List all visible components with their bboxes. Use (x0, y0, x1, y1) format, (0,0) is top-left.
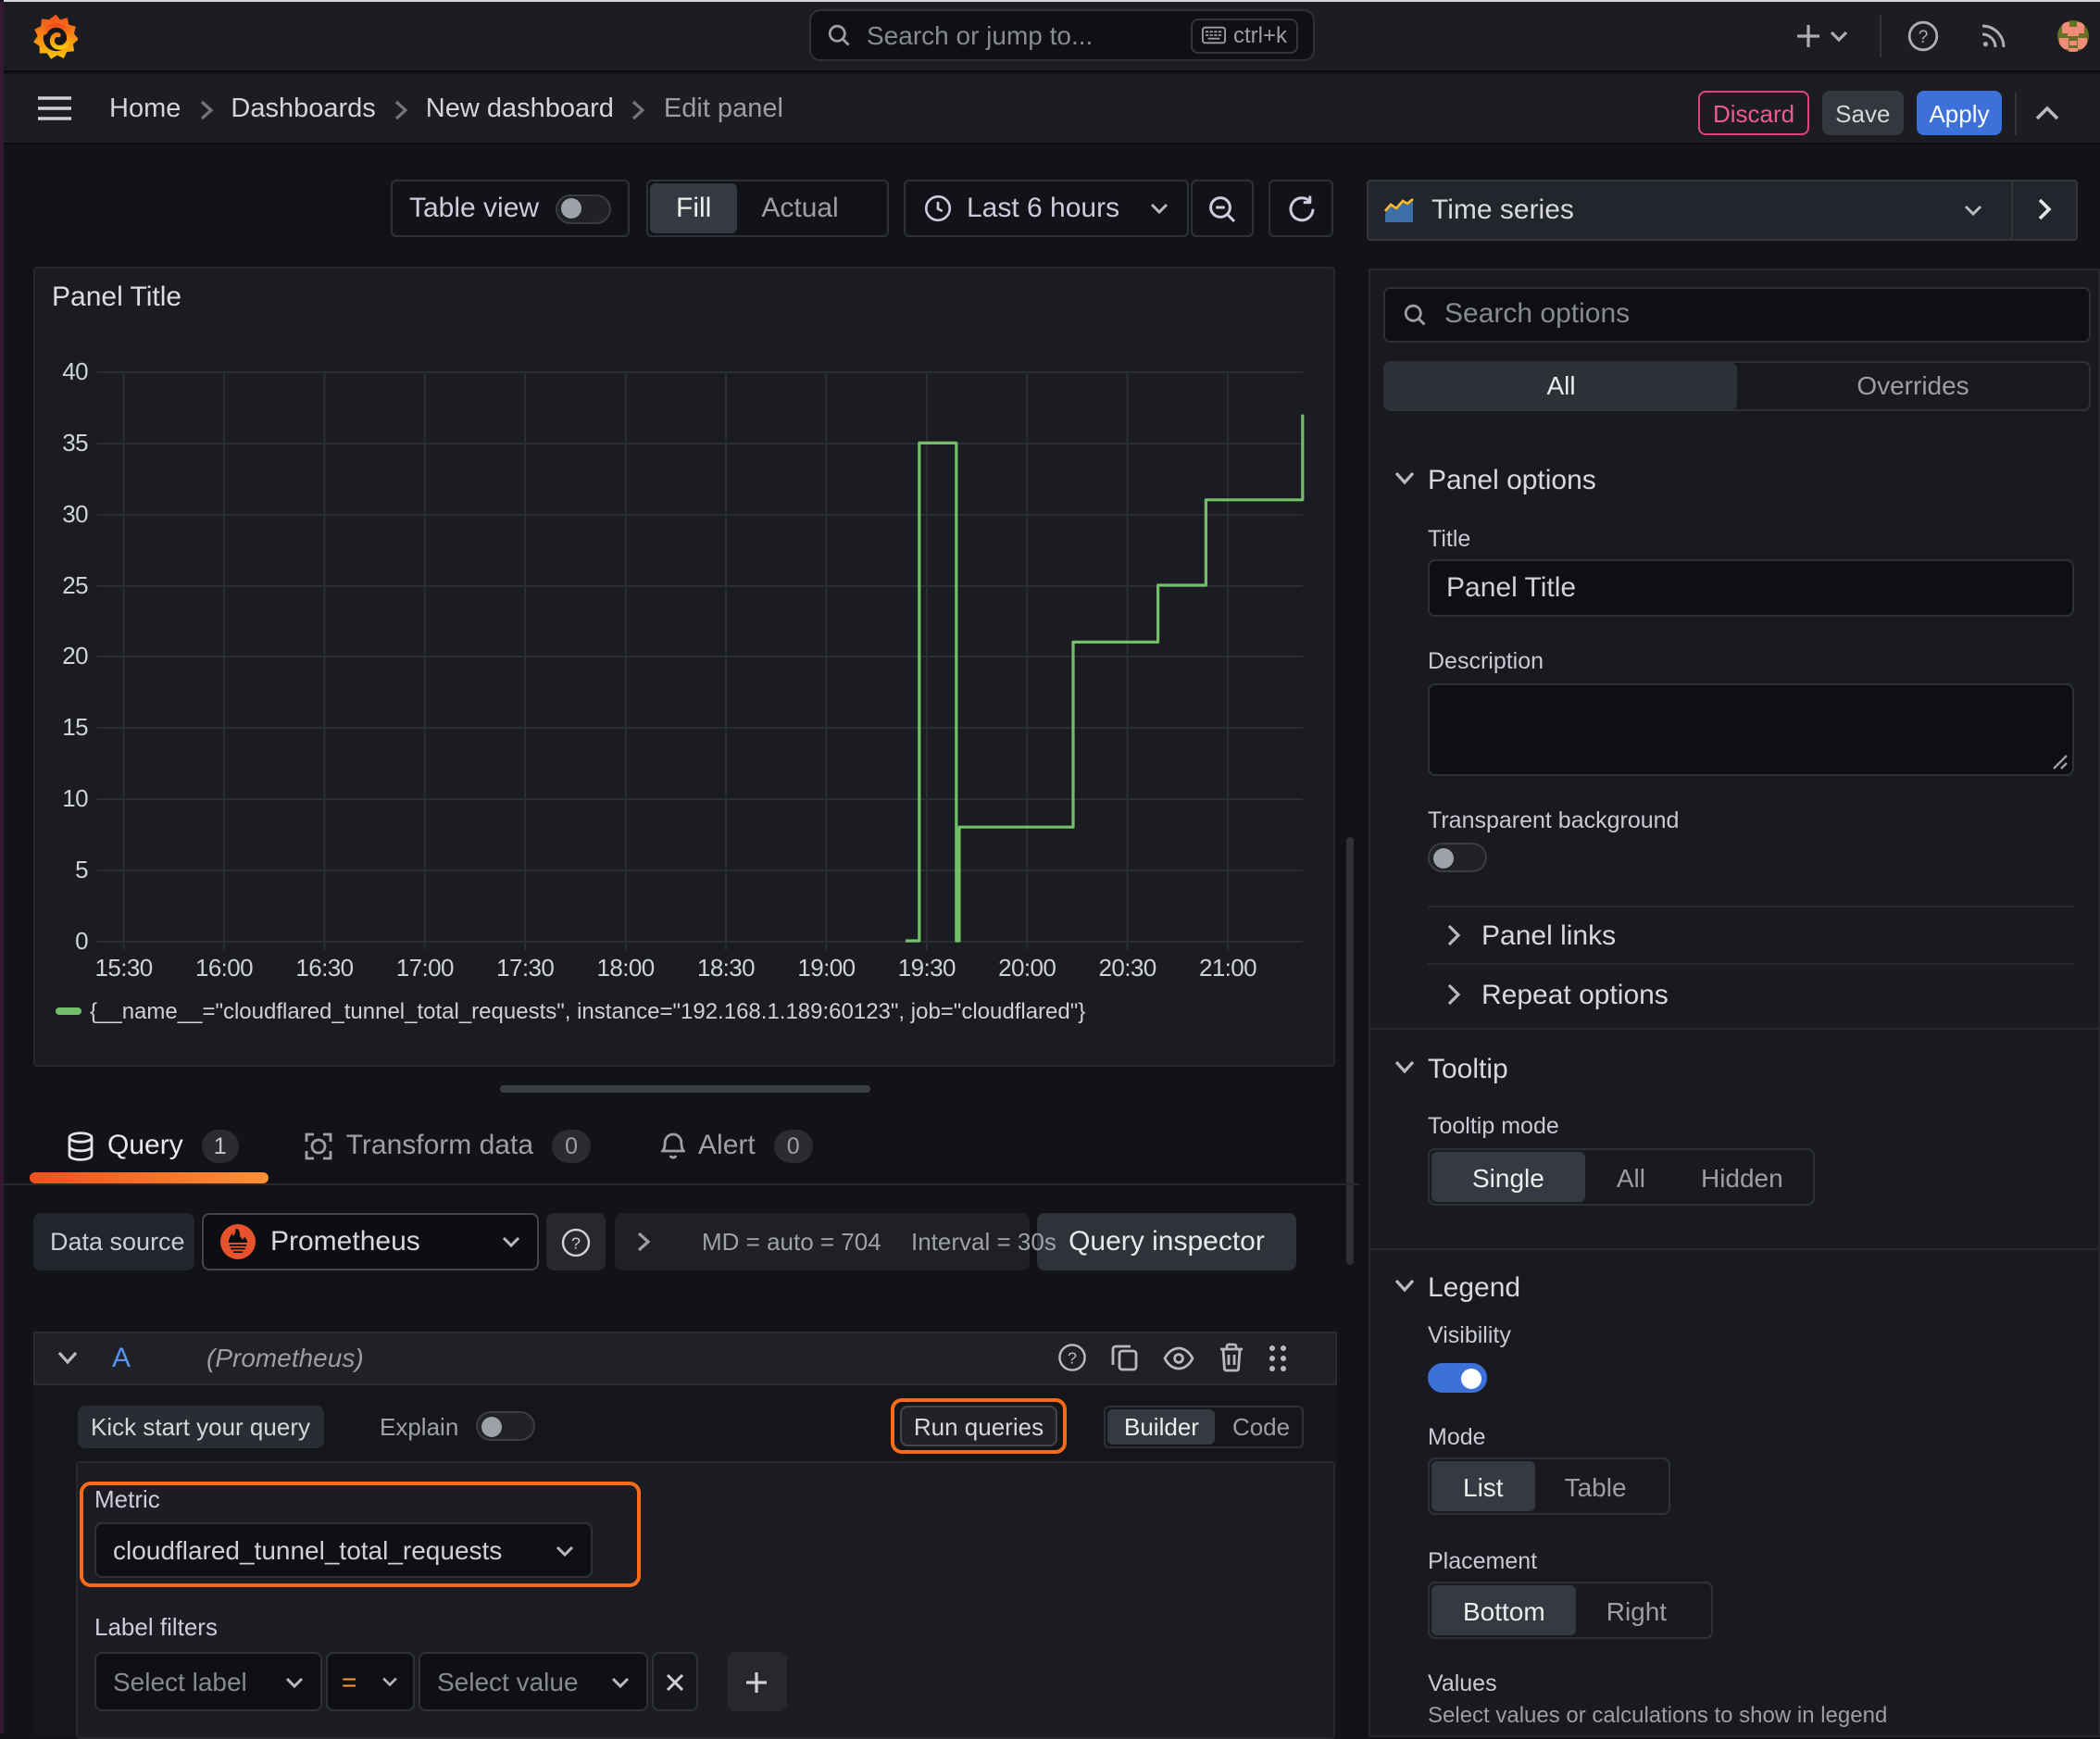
svg-text:?: ? (1067, 1349, 1076, 1368)
svg-text:20:30: 20:30 (1099, 954, 1156, 982)
svg-text:15:30: 15:30 (95, 954, 153, 982)
svg-text:0: 0 (75, 927, 88, 955)
svg-text:25: 25 (62, 571, 88, 599)
svg-text:{__name__="cloudflared_tunnel_: {__name__="cloudflared_tunnel_total_requ… (90, 999, 1085, 1024)
svg-text:19:30: 19:30 (898, 954, 956, 982)
svg-text:18:30: 18:30 (697, 954, 755, 982)
svg-text:10: 10 (62, 784, 88, 812)
svg-text:20:00: 20:00 (998, 954, 1056, 982)
svg-text:15: 15 (62, 713, 88, 741)
svg-text:16:00: 16:00 (195, 954, 253, 982)
svg-text:35: 35 (62, 429, 88, 457)
svg-text:17:30: 17:30 (496, 954, 554, 982)
svg-text:?: ? (571, 1233, 581, 1252)
svg-text:19:00: 19:00 (797, 954, 855, 982)
svg-text:21:00: 21:00 (1199, 954, 1256, 982)
svg-text:17:00: 17:00 (396, 954, 454, 982)
svg-text:18:00: 18:00 (597, 954, 655, 982)
svg-text:5: 5 (75, 856, 88, 883)
svg-text:30: 30 (62, 500, 88, 528)
svg-text:Panel Title: Panel Title (52, 281, 181, 312)
svg-text:40: 40 (62, 357, 88, 385)
svg-text:?: ? (1919, 28, 1929, 47)
svg-text:20: 20 (62, 642, 88, 669)
svg-text:16:30: 16:30 (295, 954, 353, 982)
